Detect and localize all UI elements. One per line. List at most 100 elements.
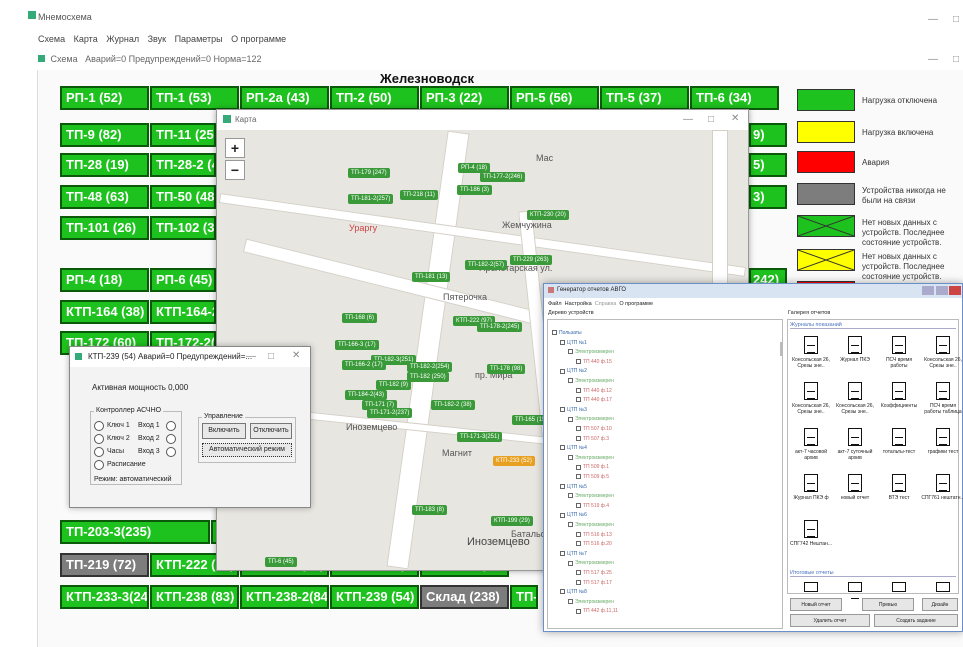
substation-tile[interactable]: РП-2а (43): [240, 86, 329, 110]
tree-item[interactable]: ТП 440 ф.15: [576, 359, 612, 365]
substation-tile[interactable]: ТП-102 (32: [150, 216, 216, 240]
report-document-icon[interactable]: [848, 582, 862, 599]
substation-tile[interactable]: ТП-9 (82): [60, 123, 149, 147]
tree-item[interactable]: ТП 440 ф.12: [576, 388, 612, 394]
menu-params[interactable]: Параметры: [175, 34, 223, 44]
tree-item[interactable]: ЦТП №2: [560, 368, 587, 374]
report-document-icon[interactable]: [848, 428, 862, 446]
tree-checkbox[interactable]: [568, 454, 573, 460]
tree-item[interactable]: ЦТП №3: [560, 407, 587, 413]
minimize-icon[interactable]: —: [928, 14, 938, 25]
zoom-in-button[interactable]: +: [225, 138, 245, 158]
report-document-icon[interactable]: [848, 382, 862, 400]
substation-tile[interactable]: КТП-238-2(84): [240, 585, 329, 609]
tree-checkbox[interactable]: [576, 608, 581, 614]
tree-item[interactable]: ЦТП №8: [560, 589, 587, 595]
map-substation-marker[interactable]: КТП-199 (29): [491, 516, 533, 526]
menu-about[interactable]: О программе: [231, 34, 286, 44]
tree-item[interactable]: ТП 516 ф.20: [576, 541, 612, 547]
substation-tile[interactable]: РП-1 (52): [60, 86, 149, 110]
map-substation-marker[interactable]: ТП-6 (45): [265, 557, 297, 567]
report-document-icon[interactable]: [936, 474, 950, 492]
map-substation-marker[interactable]: ТП-182-2 (38): [431, 400, 475, 410]
tree-item[interactable]: ЦТП №7: [560, 551, 587, 557]
report-document-icon[interactable]: [892, 428, 906, 446]
substation-tile[interactable]: ТП-219 (72): [60, 553, 149, 577]
report-menu-about[interactable]: О программе: [619, 301, 653, 307]
report-action-button[interactable]: Превью: [862, 598, 914, 611]
report-document-icon[interactable]: [848, 336, 862, 354]
map-titlebar[interactable]: Карта — □ ✕: [217, 110, 748, 130]
tree-checkbox[interactable]: [560, 589, 565, 595]
substation-tile[interactable]: ТП-101 (26): [60, 216, 149, 240]
tree-item[interactable]: Электроизмерен: [568, 378, 614, 384]
substation-tile[interactable]: КТП-239 (54): [330, 585, 419, 609]
report-action-button[interactable]: Удалить отчет: [790, 614, 870, 627]
map-substation-marker[interactable]: КТП-233 (52): [493, 456, 535, 466]
substation-tile[interactable]: РП-5 (56): [510, 86, 599, 110]
tree-checkbox[interactable]: [568, 598, 573, 604]
tree-item[interactable]: Электроизмерен: [568, 599, 614, 605]
key-radio[interactable]: [94, 447, 104, 457]
tree-item[interactable]: ТП 517 ф.17: [576, 580, 612, 586]
report-document-icon[interactable]: [804, 520, 818, 538]
report-document-icon[interactable]: [892, 336, 906, 354]
report-menu-help[interactable]: Справка: [595, 301, 617, 307]
ktp-titlebar[interactable]: КТП-239 (54) Аварий=0 Предупреждений=...…: [70, 347, 310, 367]
substation-tile[interactable]: КТП-164 (38): [60, 300, 149, 324]
substation-tile[interactable]: ТП-28 (19): [60, 153, 149, 177]
map-substation-marker[interactable]: ТП-181-2(257): [348, 194, 394, 204]
zoom-out-button[interactable]: −: [225, 160, 245, 180]
tree-checkbox[interactable]: [576, 397, 581, 403]
tree-checkbox[interactable]: [576, 541, 581, 547]
tree-item[interactable]: Пользаты: [552, 330, 582, 336]
map-substation-marker[interactable]: ТП-182 (9): [376, 380, 411, 390]
map-substation-marker[interactable]: ТП-218 (11): [400, 190, 438, 200]
menu-schema[interactable]: Схема: [38, 34, 65, 44]
substation-tile-partial[interactable]: 3): [749, 185, 787, 209]
map-substation-marker[interactable]: ТП-184-2(43): [345, 390, 387, 400]
tree-item[interactable]: ЦТП №6: [560, 512, 587, 518]
tree-checkbox[interactable]: [568, 416, 573, 422]
substation-tile[interactable]: РП-3 (22): [420, 86, 509, 110]
map-substation-marker[interactable]: ТП-177-2(246): [480, 172, 526, 182]
tree-checkbox[interactable]: [568, 560, 573, 566]
map-substation-marker[interactable]: ТП-166-2 (17): [342, 360, 386, 370]
map-substation-marker[interactable]: ТП-178-2(245): [477, 322, 523, 332]
substation-tile[interactable]: ТП-50 (48): [150, 185, 216, 209]
substation-tile[interactable]: КТП-164-2(2: [150, 300, 216, 324]
tree-item[interactable]: Электроизмерен: [568, 455, 614, 461]
report-action-button[interactable]: Новый отчет: [790, 598, 842, 611]
substation-tile-partial[interactable]: 5): [749, 153, 787, 177]
substation-tile[interactable]: Склад (238): [420, 585, 509, 609]
map-substation-marker[interactable]: ТП-178 (98): [487, 364, 526, 374]
map-substation-marker[interactable]: ТП-183 (8): [412, 505, 447, 515]
map-substation-marker[interactable]: ТП-229 (263): [510, 255, 552, 265]
tree-checkbox[interactable]: [576, 531, 581, 537]
substation-tile[interactable]: ТП-1 (53): [150, 86, 239, 110]
report-document-icon[interactable]: [892, 474, 906, 492]
tree-item[interactable]: Электроизмерен: [568, 493, 614, 499]
substation-tile[interactable]: ТП-6 (34): [690, 86, 779, 110]
tree-checkbox[interactable]: [576, 358, 581, 364]
report-document-icon[interactable]: [892, 582, 906, 599]
report-document-icon[interactable]: [848, 474, 862, 492]
turn-off-button[interactable]: Отключить: [250, 423, 292, 439]
ktp-dialog[interactable]: КТП-239 (54) Аварий=0 Предупреждений=...…: [69, 346, 311, 508]
report-minimize-icon[interactable]: [922, 286, 934, 295]
report-document-icon[interactable]: [936, 336, 950, 354]
menu-map[interactable]: Карта: [74, 34, 98, 44]
key-radio[interactable]: [94, 434, 104, 444]
substation-tile[interactable]: ТП-5 (37): [600, 86, 689, 110]
report-document-icon[interactable]: [804, 474, 818, 492]
tree-checkbox[interactable]: [568, 522, 573, 528]
report-titlebar[interactable]: Генератор отчетов АВГО: [544, 284, 962, 298]
substation-tile[interactable]: ТП-48 (63): [60, 185, 149, 209]
report-menu-settings[interactable]: Настройка: [565, 301, 592, 307]
map-substation-marker[interactable]: ТП-171-3(251): [457, 432, 503, 442]
maximize-icon[interactable]: □: [953, 14, 959, 25]
tree-scrollbar[interactable]: [780, 342, 783, 356]
map-substation-marker[interactable]: КТП-230 (20): [527, 210, 569, 220]
report-document-icon[interactable]: [804, 336, 818, 354]
report-action-button[interactable]: Дизайн: [922, 598, 958, 611]
